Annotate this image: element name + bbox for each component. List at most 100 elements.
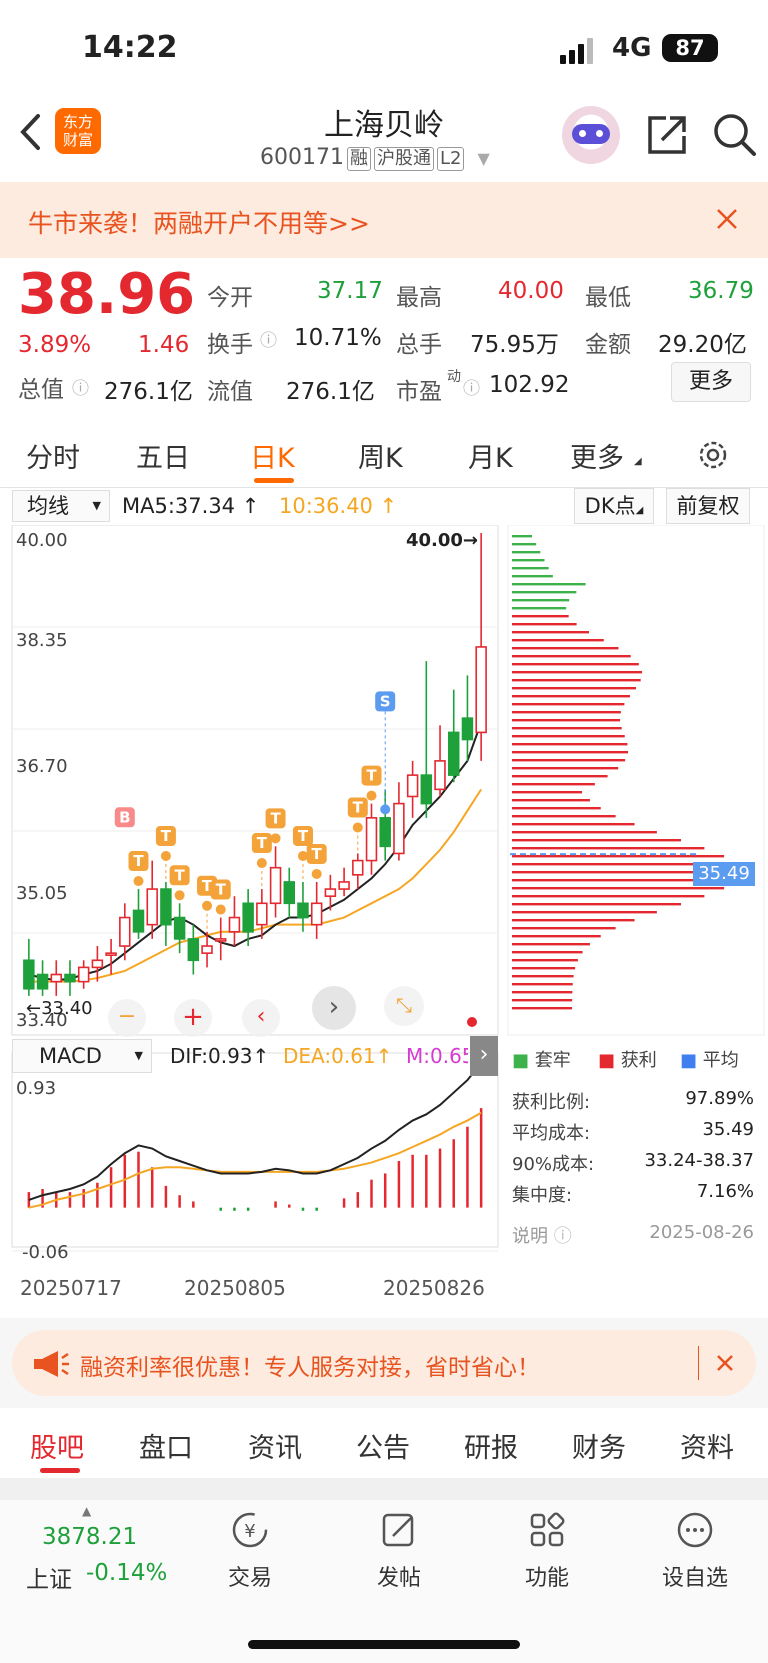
index-percent[interactable]: -0.14% [86,1560,167,1586]
promo-banner[interactable]: 牛市来袭！两融开户不用等>> [0,182,768,258]
nav-trade[interactable]: ¥ 交易 [195,1510,305,1592]
tab-weekly[interactable]: 周K [358,436,403,475]
chip-bar [512,847,705,850]
tab-intraday[interactable]: 分时 [26,436,80,475]
tab-more[interactable]: 更多 [570,436,624,475]
chip-bar [512,647,619,650]
chip-bar [512,903,682,906]
tab-finance[interactable]: 财务 [572,1426,626,1465]
expand-icon[interactable]: ⤡ [384,986,424,1026]
m-value: M:0.65 [406,1044,468,1068]
tab-profile[interactable]: 资料 [680,1426,734,1465]
macd-select[interactable]: MACD ▼ [12,1039,152,1073]
dea-value: DEA:0.61↑ [283,1044,393,1068]
chip-bar [512,607,567,610]
next-button[interactable]: › [312,986,356,1030]
info-icon[interactable]: ⓘ [463,374,480,399]
search-icon[interactable] [712,112,758,158]
s-marker-label: S [380,692,391,710]
ma-select[interactable]: 均线 ▼ [12,490,110,522]
chip-bar [512,775,608,778]
info-icon[interactable]: ⓘ [72,374,89,399]
share-icon[interactable] [646,114,688,156]
candle-body [187,938,200,962]
minus-zoom-button[interactable]: − [108,999,146,1037]
candle-body [36,973,49,990]
ad-bar[interactable]: 融资利率很优惠！专人服务对接，省时省心！ [12,1330,756,1396]
chip-bar [512,663,639,666]
index-name[interactable]: 上证 [26,1560,72,1594]
t-marker-dot [160,850,171,861]
chip-bar [512,655,631,658]
nav-post-label: 发帖 [376,1566,421,1591]
chip-bar [512,543,537,546]
chevron-down-icon[interactable]: ▼ [477,149,489,168]
collapse-panel-button[interactable]: › [470,1036,498,1076]
chip-bar [512,703,625,706]
tab-guba[interactable]: 股吧 [30,1426,84,1465]
tab-announcements[interactable]: 公告 [356,1426,410,1465]
content-peek [0,1478,768,1500]
index-value[interactable]: 3878.21 [42,1524,137,1550]
candle-body [132,909,145,933]
candle-body [119,916,131,947]
legend-average: ■ 平均 [680,1050,739,1071]
chip-bar [512,767,619,770]
tab-news[interactable]: 资讯 [248,1426,302,1465]
close-icon[interactable] [716,1354,734,1372]
prev-button[interactable]: ‹ [242,999,280,1037]
more-button[interactable]: 更多 [671,362,751,402]
tab-5day[interactable]: 五日 [136,436,190,475]
chip-bar [512,895,705,898]
close-icon[interactable] [716,208,738,230]
nav-add-watchlist[interactable]: 设自选 [640,1510,750,1592]
dk-point-select[interactable]: DK点◢ [574,488,654,524]
nav-functions[interactable]: 功能 [492,1510,602,1592]
t-marker-label: T [257,834,268,852]
chip-bar [512,735,625,738]
chip-note-link[interactable]: 说明 ⓘ [512,1222,572,1248]
adjust-select[interactable]: 前复权 [666,488,750,524]
chip-bar [512,759,626,762]
chip-bar [512,983,573,986]
date-label-2: 20250805 [184,1276,286,1300]
candle-body [228,916,241,933]
amount-label: 金额 [585,332,631,358]
price-label-top: 40.00 [16,530,68,551]
float-label: 流值 [207,379,253,405]
grid-icon [530,1512,565,1547]
promo-text[interactable]: 牛市来袭！两融开户不用等>> [28,204,370,240]
chip-bar [512,751,629,754]
tab-monthly[interactable]: 月K [468,436,513,475]
chip-bar [512,911,657,914]
section-tabs: 股吧 盘口 资讯 公告 研报 财务 资料 [0,1410,768,1478]
caret-icon: ◢ [634,456,642,467]
tab-research[interactable]: 研报 [464,1426,518,1465]
nav-post[interactable]: 发帖 [344,1510,454,1592]
robot-avatar[interactable] [562,106,620,164]
t-marker-dot [174,890,185,901]
info-icon[interactable]: ⓘ [260,326,277,351]
tab-daily[interactable]: 日K [250,436,295,475]
bottom-nav: ▲ 3878.21 上证 -0.14% ¥ 交易 发帖 功能 设自选 [0,1500,768,1663]
candle-body [365,817,378,862]
tab-pankou[interactable]: 盘口 [139,1426,193,1465]
legend-trapped: ■ 套牢 [512,1050,571,1071]
candle-body [256,902,268,926]
candle-body [420,774,433,805]
t-marker-label: T [366,767,377,785]
t-marker-dot [311,868,322,879]
candle-body [393,802,405,855]
date-label-1: 20250717 [20,1276,122,1300]
settings-icon[interactable] [696,438,730,472]
chip-bar [512,999,573,1002]
t-marker-dot [297,850,308,861]
chip-bar [512,943,590,946]
tab-underline [254,478,294,483]
yen-cycle-icon: ¥ [232,1512,268,1548]
plus-zoom-button[interactable]: + [174,999,212,1037]
s-marker-dot [380,804,391,815]
nav-add-watchlist-label: 设自选 [661,1566,728,1591]
up-caret-icon[interactable]: ▲ [82,1504,91,1518]
ad-text[interactable]: 融资利率很优惠！专人服务对接，省时省心！ [80,1348,540,1382]
